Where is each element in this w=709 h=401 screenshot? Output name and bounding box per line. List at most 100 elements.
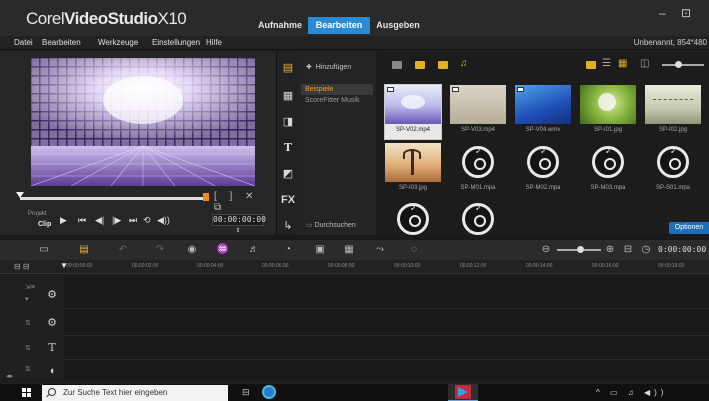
play-button[interactable]: ▶ [60, 215, 67, 226]
title-track-icon[interactable]: T [45, 341, 59, 355]
windows-start-icon[interactable] [22, 388, 32, 398]
thumbnail-size-knob[interactable] [675, 61, 682, 68]
ruler-label: 00:00:04:00 [197, 263, 224, 269]
browse-button[interactable]: ▭ Durchsuchen [306, 221, 356, 229]
timeline-ruler[interactable]: ⊟ ⊟ ▼ 00:00:00:00 00:00:02:00 00:00:04:0… [0, 260, 709, 274]
window-controls[interactable]: – ⊡ [659, 6, 697, 20]
volume-button[interactable]: ◀)) [157, 215, 170, 226]
scrubber-track[interactable] [20, 197, 206, 200]
menu-help[interactable]: Hilfe [206, 38, 222, 47]
filter-fx-icon[interactable]: FX [280, 193, 296, 207]
track-collapse-icon[interactable]: ▾ [25, 295, 29, 303]
library-item[interactable]: SP-V03.mp4 [450, 85, 506, 139]
repeat-button[interactable]: ⟲ [143, 215, 151, 226]
track-options-icon[interactable]: ⇲≡ [25, 283, 35, 291]
library-item[interactable]: SP-V02.mp4 [384, 84, 442, 140]
timecode-field[interactable]: 00:00:00:00 ⇕ [212, 214, 266, 234]
trim-end-handle[interactable] [203, 193, 209, 201]
tab-edit[interactable]: Bearbeiten [308, 17, 370, 34]
scroll-arrows-icon[interactable]: ◂▸ [6, 372, 13, 380]
task-view-icon[interactable]: ⊟ [242, 387, 250, 398]
overlay-track-toggle-icon[interactable]: ⇅ [25, 319, 31, 327]
ruler-label: 00:00:12:00 [460, 263, 487, 269]
next-frame-button[interactable]: |▶ [112, 215, 121, 226]
video-track-icon[interactable]: ⚙ [45, 288, 59, 302]
motion-tracking-icon[interactable]: ◔ [280, 244, 296, 255]
show-audio-icon[interactable]: ♫ [460, 58, 468, 69]
add-folder-button[interactable]: ✚ Hinzufügen [306, 63, 351, 71]
mode-clip[interactable]: Clip [38, 221, 51, 228]
library-item[interactable]: SP-I01.jpg [580, 85, 636, 139]
edge-browser-icon[interactable] [262, 385, 276, 399]
ruler-label: 00:00:18:00 [658, 263, 685, 269]
taskbar-videostudio-button[interactable] [448, 384, 478, 401]
record-capture-icon[interactable]: ◉ [184, 244, 200, 255]
motion-path-icon[interactable]: ↳ [280, 219, 296, 233]
timeline-tracks[interactable] [64, 275, 709, 379]
menu-file[interactable]: Datei [14, 38, 33, 47]
timeline-view-icon[interactable]: ▤ [76, 244, 92, 255]
library-item[interactable]: ♪ SP-M03.mpa [580, 143, 636, 197]
track-manager-icon[interactable]: ⊟ ⊟ [14, 262, 30, 271]
system-tray[interactable]: ^ ▭ ♫ ◀)) [596, 388, 667, 397]
media-icon[interactable]: ▤ [280, 61, 296, 75]
project-name: Unbenannt, 854*480 [633, 38, 707, 47]
library-item[interactable]: SP-I03.jpg [385, 143, 441, 197]
subtitle-editor-icon[interactable]: ▣ [312, 244, 328, 255]
player-panel: [ ] ✕ ⧉ Projekt Clip ▶ ⏮ ◀| |▶ ⏭ ⟲ ◀)) 0… [0, 51, 276, 235]
folder-scorefitter-music[interactable]: ScoreFitter Musik [305, 97, 359, 104]
thumbnail-size-slider[interactable] [662, 64, 704, 66]
sort-icon[interactable] [586, 61, 596, 69]
thumbnail-view-icon[interactable]: ▦ [618, 58, 627, 69]
library-item[interactable]: SP-I02.jpg [645, 85, 701, 139]
audio-file-icon: ♪ [450, 200, 506, 239]
show-photo-icon[interactable] [438, 61, 448, 69]
transition-icon[interactable]: ◨ [280, 115, 296, 129]
redo-icon[interactable]: ↷ [152, 244, 168, 255]
graphic-icon[interactable]: ◩ [280, 167, 296, 181]
options-button[interactable]: Optionen [669, 222, 709, 234]
overlay-track-icon[interactable]: ⚙ [45, 316, 59, 330]
tab-share[interactable]: Ausgeben [370, 17, 426, 34]
sound-mixer-icon[interactable]: ♒ [215, 244, 231, 255]
menu-settings[interactable]: Einstellungen [152, 38, 200, 47]
library-item[interactable]: ♪ SP-S01.mpa [645, 143, 701, 197]
ruler-label: 00:00:02:00 [132, 263, 159, 269]
zoom-slider-knob[interactable] [577, 246, 584, 253]
multi-camera-icon[interactable]: ▦ [341, 244, 357, 255]
storyboard-view-icon[interactable]: ▭ [36, 244, 52, 255]
title-track-toggle-icon[interactable]: ⇅ [25, 344, 31, 352]
title-icon[interactable]: T [280, 141, 296, 155]
tab-capture[interactable]: Aufnahme [252, 17, 308, 34]
taskbar-search-box[interactable]: Zur Suche Text hier eingeben [42, 385, 228, 401]
time-remapping-icon[interactable]: ⤳ [372, 244, 388, 255]
folder-samples[interactable]: Beispiele [301, 84, 373, 95]
mode-project[interactable]: Projekt [28, 211, 47, 217]
start-tile [27, 388, 31, 392]
thumbnail-size-icon[interactable]: ◫ [640, 58, 649, 69]
instant-project-icon[interactable]: ▦ [280, 89, 296, 103]
auto-ducking-icon[interactable]: ◌ [406, 244, 422, 255]
import-folder-icon[interactable] [392, 61, 402, 69]
library-item[interactable]: ♪ SP-M01.mpa [450, 143, 506, 197]
auto-music-icon[interactable]: ♬ [246, 244, 262, 255]
library-item-label: SP-V02.mp4 [395, 127, 431, 133]
library-item[interactable]: SP-V04.wmv [515, 85, 571, 139]
ruler-label: 00:00:14:00 [526, 263, 553, 269]
menu-edit[interactable]: Bearbeiten [42, 38, 81, 47]
fit-project-icon[interactable]: ⊟ [620, 244, 636, 255]
home-button[interactable]: ⏮ [78, 215, 86, 226]
mark-in-out-controls[interactable]: [ ] ✕ ⧉ [214, 191, 276, 213]
library-item[interactable]: ♪ SP-M02.mpa [515, 143, 571, 197]
library-item-label: SP-I02.jpg [658, 127, 688, 133]
list-view-icon[interactable]: ☰ [602, 58, 611, 69]
show-video-icon[interactable] [415, 61, 425, 69]
undo-icon[interactable]: ↶ [115, 244, 131, 255]
menu-tools[interactable]: Werkzeuge [98, 38, 138, 47]
voice-track-toggle-icon[interactable]: ⇅ [25, 365, 31, 373]
zoom-out-icon[interactable]: ⊖ [538, 244, 554, 255]
end-button[interactable]: ⏭ [129, 215, 137, 226]
previous-frame-button[interactable]: ◀| [95, 215, 104, 226]
zoom-in-icon[interactable]: ⊕ [602, 244, 618, 255]
voice-track-icon[interactable]: ◖ [45, 364, 59, 378]
